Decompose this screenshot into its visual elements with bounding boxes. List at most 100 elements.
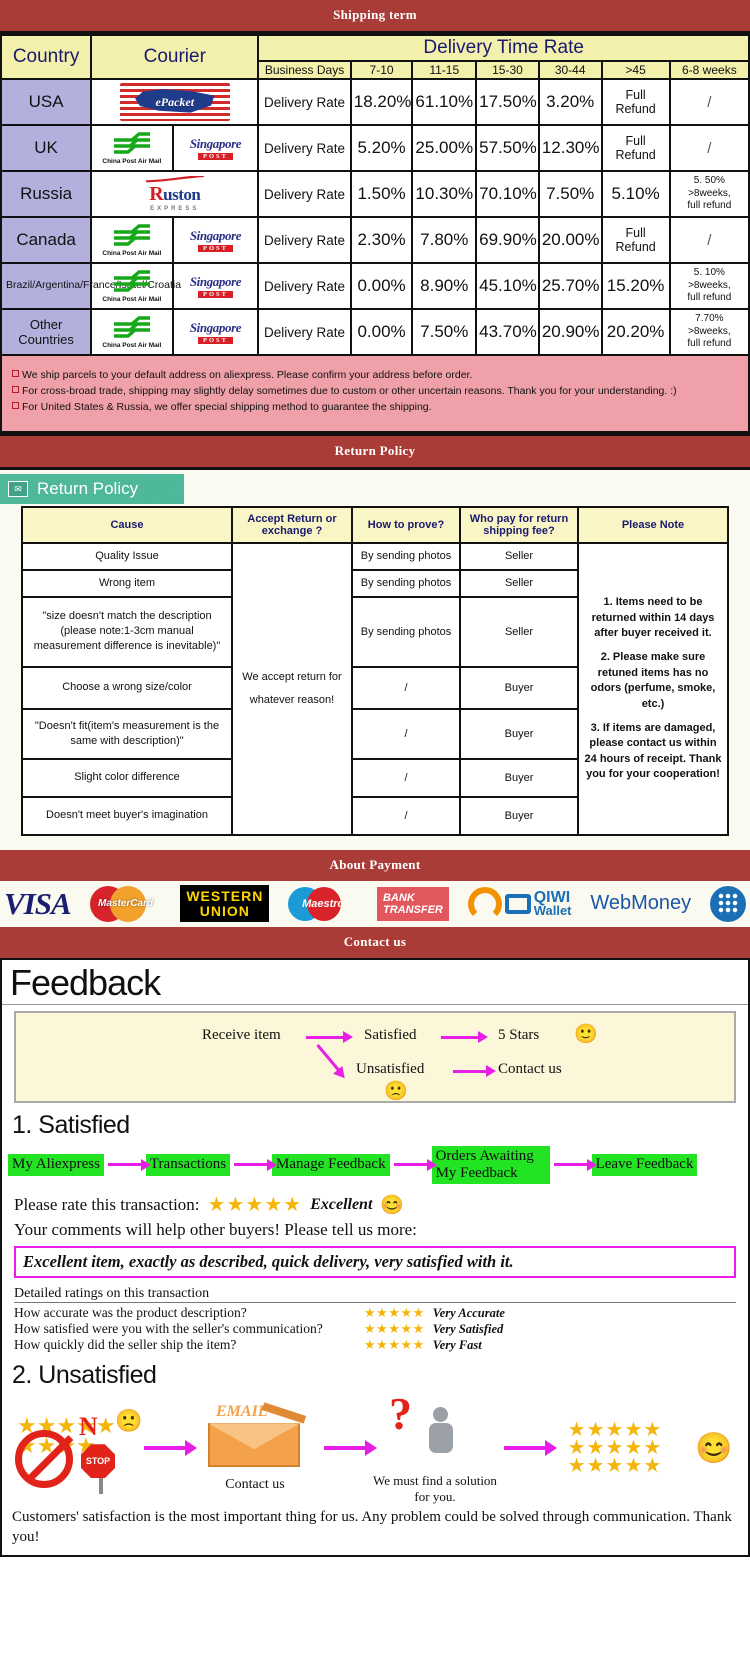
five-star-block-icon: ★★★★★ ★★★★★ ★★★★★ [567, 1418, 663, 1478]
courier-logo-cell: Singapore POST [171, 308, 260, 356]
rating-word: Excellent [310, 1195, 373, 1213]
rate-value: 61.10% [411, 78, 478, 126]
feedback-title: Feedback [2, 960, 748, 1005]
singapore-post-icon: Singapore POST [189, 274, 242, 298]
singapore-post-icon: Singapore POST [189, 320, 242, 344]
detailed-ratings: Detailed ratings on this transaction How… [2, 1284, 748, 1353]
payment-method-bank-transfer: BANK TRANSFER [376, 886, 449, 921]
rate-value: Full Refund [600, 216, 671, 264]
unsat-arrow-icon [504, 1440, 557, 1457]
rate-value: 69.90% [475, 216, 540, 264]
return-policy-ribbon-label: Return Policy [37, 479, 139, 498]
table-row: Russia Ruston EXPRESS Delivery Rate 1.50… [0, 170, 750, 218]
payment-method-maestro: Maestro [288, 884, 358, 924]
detail-row: How quickly did the seller ship the item… [14, 1337, 736, 1353]
shipping-note: For United States & Russia, we offer spe… [12, 401, 738, 413]
detail-row: How accurate was the product description… [14, 1305, 736, 1321]
unsat-arrow-icon [144, 1440, 197, 1457]
courier-logo-cell: Ruston EXPRESS [90, 170, 260, 218]
detail-question: How quickly did the seller ship the item… [14, 1337, 237, 1353]
contact-us-group: EMAIL Contact us [186, 1402, 324, 1493]
payment-method-mastercard: MasterCard [89, 884, 162, 924]
stop-sign-icon: STOP [81, 1444, 121, 1495]
qiwi-wallet-icon: QIWI Wallet [467, 886, 572, 921]
payment-method-webmoney: WebMoney [590, 892, 691, 915]
table-row: Brazil/Argentina/France/Israel/Croatia C… [0, 262, 750, 310]
rate-value: 25.00% [411, 124, 478, 172]
step-arrow-icon [234, 1158, 278, 1171]
header-range-11-15: 11-15 [411, 60, 478, 80]
who-pays-cell: Buyer [459, 795, 579, 836]
country-usa: USA [0, 78, 93, 126]
question-mark-person-icon: ? [375, 1388, 495, 1469]
rate-value: 8.90% [411, 262, 478, 310]
prohibition-icon [15, 1430, 73, 1489]
who-pays-cell: Buyer [459, 707, 579, 760]
flow-contact-us: Contact us [498, 1060, 562, 1077]
rate-value: 7.50% [537, 170, 603, 218]
step-transactions[interactable]: Transactions [145, 1154, 231, 1176]
cause-cell: "Doesn't fit(item's measurement is the s… [21, 707, 233, 760]
rate-value: 5. 10% >8weeks, full refund [668, 262, 750, 310]
china-post-air-mail-icon: China Post Air Mail [102, 315, 161, 349]
rate-value: / [668, 78, 750, 126]
closing-message: Customers' satisfaction is the most impo… [12, 1509, 732, 1545]
rate-value: 5.20% [349, 124, 414, 172]
maestro-icon: Maestro [288, 884, 358, 924]
step-leave-feedback[interactable]: Leave Feedback [591, 1154, 698, 1176]
prove-cell: / [351, 757, 461, 798]
step-orders-awaiting[interactable]: Orders Awaiting My Feedback [431, 1145, 550, 1185]
feedback-flow-diagram: Receive item Satisfied 5 Stars 🙂 Unsatis… [14, 1010, 736, 1103]
note-item: 1. Items need to be returned within 14 d… [591, 596, 715, 639]
prove-cell: By sending photos [351, 595, 461, 668]
sad-face-icon: 🙁 [115, 1408, 143, 1434]
webmoney-icon: WebMoney [590, 892, 692, 915]
detail-stars-icon: ★★★★★ [364, 1321, 425, 1337]
flow-arrow-icon [453, 1065, 496, 1078]
rate-value: 17.50% [475, 78, 540, 126]
country-russia: Russia [0, 170, 93, 218]
unsat-arrow-icon [324, 1440, 377, 1457]
email-envelope-icon: EMAIL [200, 1402, 310, 1473]
header-accept-return: Accept Return or exchange ? [231, 506, 353, 544]
accept-return-cell: We accept return for whatever reason! [231, 542, 353, 836]
prove-cell: By sending photos [351, 542, 461, 571]
country-canada: Canada [0, 216, 93, 264]
star-rating-icon[interactable]: ★★★★★ [208, 1192, 303, 1217]
country-brazil-group: Brazil/Argentina/France/Israel/Croatia [0, 262, 181, 310]
unsatisfied-flow: ★★★★★ ★★★★ N 🙁 STOP EMAIL Contact us ? W… [2, 1388, 748, 1504]
rate-value: 15.20% [600, 262, 671, 310]
shipping-note: We ship parcels to your default address … [12, 369, 738, 381]
rate-label: Delivery Rate [257, 124, 352, 172]
comment-text-box[interactable]: Excellent item, exactly as described, qu… [14, 1246, 736, 1279]
bullet-square-icon [12, 386, 19, 393]
rate-value: 1.50% [349, 170, 414, 218]
flow-arrow-icon [441, 1031, 488, 1044]
step-my-aliexpress[interactable]: My Aliexpress [8, 1154, 104, 1176]
western-union-icon: WESTERN UNION [180, 885, 270, 922]
detailed-ratings-header: Detailed ratings on this transaction [14, 1286, 736, 1304]
who-pays-cell: Buyer [459, 757, 579, 798]
courier-logo-cell: China Post Air Mail [90, 124, 174, 172]
step-arrow-icon [107, 1158, 151, 1171]
product-description-page: Shipping term Country Courier Delivery T… [0, 0, 750, 1558]
courier-logo-cell: Singapore POST [171, 216, 260, 264]
cause-cell: "size doesn't match the description (ple… [21, 595, 233, 668]
note-item: 2. Please make sure retuned items has no… [590, 651, 716, 710]
mail-icon: ✉ [8, 481, 28, 497]
return-policy-header-row: Cause Accept Return or exchange ? How to… [21, 506, 729, 544]
prove-cell: By sending photos [351, 568, 461, 598]
step-manage-feedback[interactable]: Manage Feedback [272, 1154, 390, 1176]
header-range-30-44: 30-44 [537, 60, 603, 80]
step-arrow-icon [393, 1158, 437, 1171]
header-range-6-8-weeks: 6-8 weeks [668, 60, 750, 80]
cause-cell: Doesn't meet buyer's imagination [21, 795, 233, 836]
shipping-header-row-1: Country Courier Delivery Time Rate [0, 34, 750, 80]
courier-logo-cell: ePacket [90, 78, 260, 126]
rate-value: 20.00% [537, 216, 603, 264]
header-who-pays: Who pay for return shipping fee? [459, 506, 579, 544]
country-other: Other Countries [0, 308, 93, 356]
ruston-express-icon: Ruston EXPRESS [140, 176, 210, 212]
flow-receive-item: Receive item [202, 1026, 281, 1043]
detail-stars-icon: ★★★★★ [364, 1337, 425, 1353]
